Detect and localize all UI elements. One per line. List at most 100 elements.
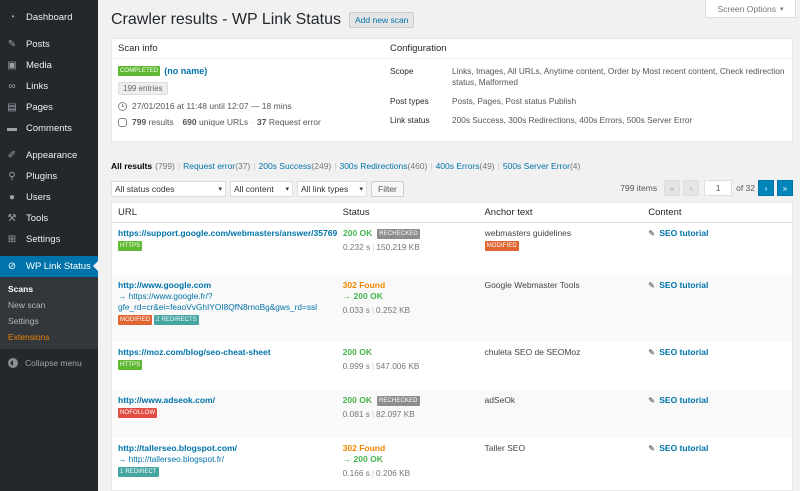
status-code: 200 OK — [342, 395, 372, 405]
config-value: Links, Images, All URLs, Anytime content… — [452, 66, 785, 87]
filter-request-error[interactable]: Request error — [183, 161, 235, 171]
content-title: SEO tutorial — [659, 443, 709, 453]
https-badge: HTTPS — [118, 360, 143, 370]
plugin-icon: ⚲ — [8, 171, 16, 182]
row-url-link[interactable]: http://www.google.com — [118, 280, 211, 290]
row-url-link[interactable]: http://www.adseok.com/ — [118, 395, 215, 405]
dashboard-icon: ◔ — [8, 12, 16, 23]
link-status-icon: ⊘ — [7, 261, 17, 272]
anchor-text: adSeOk — [484, 395, 516, 405]
caret-down-icon: ▾ — [285, 186, 289, 193]
submenu-item-scans[interactable]: Scans — [0, 281, 98, 297]
pagination: 799 items « ‹ 1 of 32 › » — [620, 180, 793, 196]
sidebar-item-tools[interactable]: ⚒ Tools — [0, 208, 98, 229]
sidebar-item-media[interactable]: ▣ Media — [0, 55, 98, 76]
response-size: 82.097 KB — [376, 409, 415, 419]
sidebar-item-dashboard[interactable]: ◔ Dashboard — [0, 7, 98, 28]
config-label: Scope — [390, 66, 414, 76]
column-content[interactable]: Content — [642, 203, 792, 222]
sidebar-item-pages[interactable]: ▤ Pages — [0, 97, 98, 118]
scan-info-heading: Scan info — [118, 43, 158, 54]
sidebar-item-label: Dashboard — [26, 12, 73, 23]
sidebar-item-wp-link-status[interactable]: ⊘ WP Link Status — [0, 256, 98, 277]
redirects-badge: 1 REDIRECT — [118, 467, 159, 477]
sidebar-item-label: Media — [26, 60, 52, 71]
redirect-url[interactable]: → https://www.google.fr/?gfe_rd=cr&ei=fe… — [118, 291, 337, 313]
row-url-link[interactable]: https://support.google.com/webmasters/an… — [118, 228, 337, 238]
link-icon: ∞ — [8, 81, 16, 92]
column-anchor-text[interactable]: Anchor text — [478, 203, 642, 222]
filter-500s-server-error[interactable]: 500s Server Error — [503, 161, 570, 171]
content-link[interactable]: ✎ SEO tutorial — [648, 228, 792, 239]
next-page-button[interactable]: › — [758, 180, 774, 196]
response-size: 150.219 KB — [376, 242, 420, 252]
filter-200s-success[interactable]: 200s Success — [258, 161, 311, 171]
sidebar-item-label: Posts — [26, 39, 50, 50]
filter-button[interactable]: Filter — [371, 181, 404, 197]
content-title: SEO tutorial — [659, 347, 709, 357]
response-time: 0.081 s — [342, 409, 370, 419]
pushpin-icon: ✎ — [648, 228, 656, 238]
screen-options-label: Screen Options — [717, 3, 777, 14]
add-new-scan-button[interactable]: Add new scan — [349, 12, 415, 28]
filter-400s-errors[interactable]: 400s Errors — [436, 161, 480, 171]
sidebar-item-label: Settings — [26, 234, 61, 245]
content-link[interactable]: ✎ SEO tutorial — [648, 395, 792, 406]
content-select[interactable]: All content ▾ — [230, 181, 293, 197]
page-header: Crawler results - WP Link Status Add new… — [111, 11, 415, 29]
redirect-url[interactable]: → http://tallerseo.blogspot.fr/ — [118, 454, 337, 465]
sidebar-item-appearance[interactable]: ✐ Appearance — [0, 145, 98, 166]
link-types-select[interactable]: All link types ▾ — [297, 181, 367, 197]
content-link[interactable]: ✎ SEO tutorial — [648, 347, 792, 358]
config-row-post-types: Post types Posts, Pages, Post status Publ… — [390, 96, 790, 107]
sidebar-item-users[interactable]: ● Users — [0, 187, 98, 208]
anchor-text: webmasters guidelines — [484, 228, 572, 238]
status-codes-select[interactable]: All status codes ▾ — [111, 181, 226, 197]
column-status[interactable]: Status — [337, 203, 479, 222]
settings-icon: ⊞ — [7, 234, 17, 245]
scan-name-link[interactable]: (no name) — [164, 66, 207, 76]
content-link[interactable]: ✎ SEO tutorial — [648, 443, 792, 454]
submenu-item-new-scan[interactable]: New scan — [0, 297, 98, 313]
items-count: 799 items — [620, 183, 658, 193]
redirects-badge: 2 REDIRECTS — [154, 315, 199, 325]
pushpin-icon: ✎ — [648, 280, 655, 290]
column-url[interactable]: URL — [112, 203, 337, 222]
response-size: 547.006 KB — [376, 361, 420, 371]
filter-all-results[interactable]: All results — [111, 161, 152, 171]
submenu-item-extensions[interactable]: Extensions — [0, 329, 98, 345]
results-label: results — [148, 117, 174, 127]
filter-300s-redirections[interactable]: 300s Redirections — [339, 161, 407, 171]
collapse-menu-button[interactable]: Collapse menu — [0, 353, 98, 373]
sidebar-item-label: Appearance — [26, 150, 78, 161]
content-title: SEO tutorial — [659, 280, 709, 290]
entries-count: 199 entries — [118, 82, 168, 95]
status-code: 200 OK — [343, 228, 373, 238]
sidebar-item-label: Links — [26, 81, 49, 92]
current-page-input[interactable]: 1 — [704, 180, 733, 196]
row-url-link[interactable]: http://tallerseo.blogspot.com/ — [118, 443, 237, 453]
last-page-button[interactable]: » — [777, 180, 793, 196]
request-error-count: 37 — [257, 117, 267, 127]
redirect-status-code: → 200 OK — [342, 454, 383, 464]
pages-icon: ▤ — [7, 102, 17, 113]
collapse-icon — [8, 358, 18, 368]
redirect-status-code: → 200 OK — [342, 291, 383, 301]
sidebar-item-settings[interactable]: ⊞ Settings — [0, 229, 98, 250]
submenu-item-settings[interactable]: Settings — [0, 313, 98, 329]
sidebar-item-posts[interactable]: ✎ Posts — [0, 34, 98, 55]
clock-icon — [118, 101, 127, 111]
content-link[interactable]: ✎ SEO tutorial — [648, 280, 792, 291]
sidebar-item-comments[interactable]: ▬ Comments — [0, 118, 98, 139]
sidebar-item-plugins[interactable]: ⚲ Plugins — [0, 166, 98, 187]
caret-down-icon: ▾ — [780, 5, 784, 13]
config-row-link-status: Link status 200s Success, 300s Redirectio… — [390, 115, 790, 126]
sidebar-item-links[interactable]: ∞ Links — [0, 76, 98, 97]
screen-options-button[interactable]: Screen Options ▾ — [705, 0, 796, 18]
unique-count: 690 — [182, 117, 197, 127]
table-row: http://www.adseok.com/ NOFOLLOW 200 OK RE… — [112, 390, 792, 438]
prev-page-button[interactable]: ‹ — [683, 180, 700, 196]
row-url-link[interactable]: https://moz.com/blog/seo-cheat-sheet — [118, 347, 271, 357]
modified-badge: MODIFIED — [484, 241, 519, 251]
first-page-button[interactable]: « — [664, 180, 681, 196]
